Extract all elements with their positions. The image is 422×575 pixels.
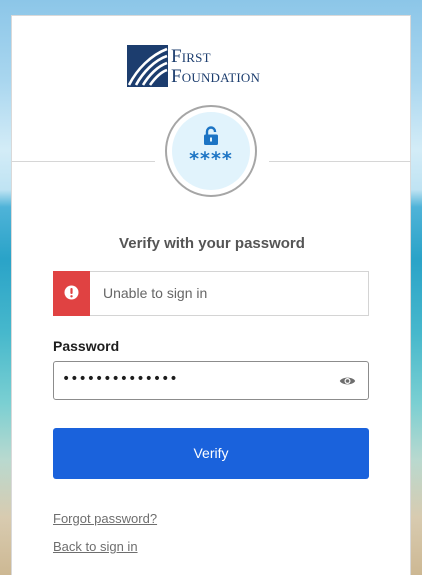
password-value[interactable]: •••••••••••••• [62,371,178,387]
authenticator-badge-inner: **** [172,112,250,190]
logo-wordmark: First Foundation [171,47,260,87]
login-card: First Foundation **** Verify with your p… [11,15,411,575]
header-divider-left [12,161,155,162]
first-foundation-logo: First Foundation [127,45,299,89]
back-to-sign-in-link[interactable]: Back to sign in [53,539,138,554]
authenticator-badge: **** [165,105,257,197]
forgot-password-link[interactable]: Forgot password? [53,511,157,526]
password-input[interactable]: •••••••••••••• [53,361,369,400]
header-divider-right [269,161,411,162]
verify-button[interactable]: Verify [53,428,369,479]
error-message: Unable to sign in [103,285,208,301]
eye-icon[interactable] [339,375,356,387]
alert-icon [64,285,79,300]
page-title: Verify with your password [119,235,305,252]
error-callout: Unable to sign in [53,271,369,316]
logo-mark-icon [127,45,168,87]
unlock-icon [204,126,218,145]
masked-password-glyph: **** [189,148,233,170]
logo-line-2: Foundation [171,66,261,87]
logo-line-1: First [171,46,211,67]
password-label: Password [53,338,120,354]
error-indicator [53,271,90,316]
